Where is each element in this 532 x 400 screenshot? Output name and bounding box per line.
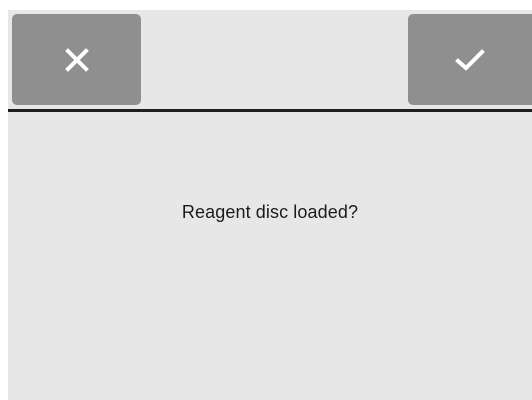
dialog-message: Reagent disc loaded? — [181, 202, 359, 222]
cancel-button[interactable] — [12, 14, 141, 105]
confirm-button[interactable] — [408, 14, 532, 105]
dialog-screen: Reagent disc loaded? — [8, 10, 532, 400]
checkmark-icon — [455, 48, 485, 71]
header-divider — [8, 109, 532, 112]
close-icon — [64, 47, 89, 72]
dialog-header — [8, 10, 532, 109]
